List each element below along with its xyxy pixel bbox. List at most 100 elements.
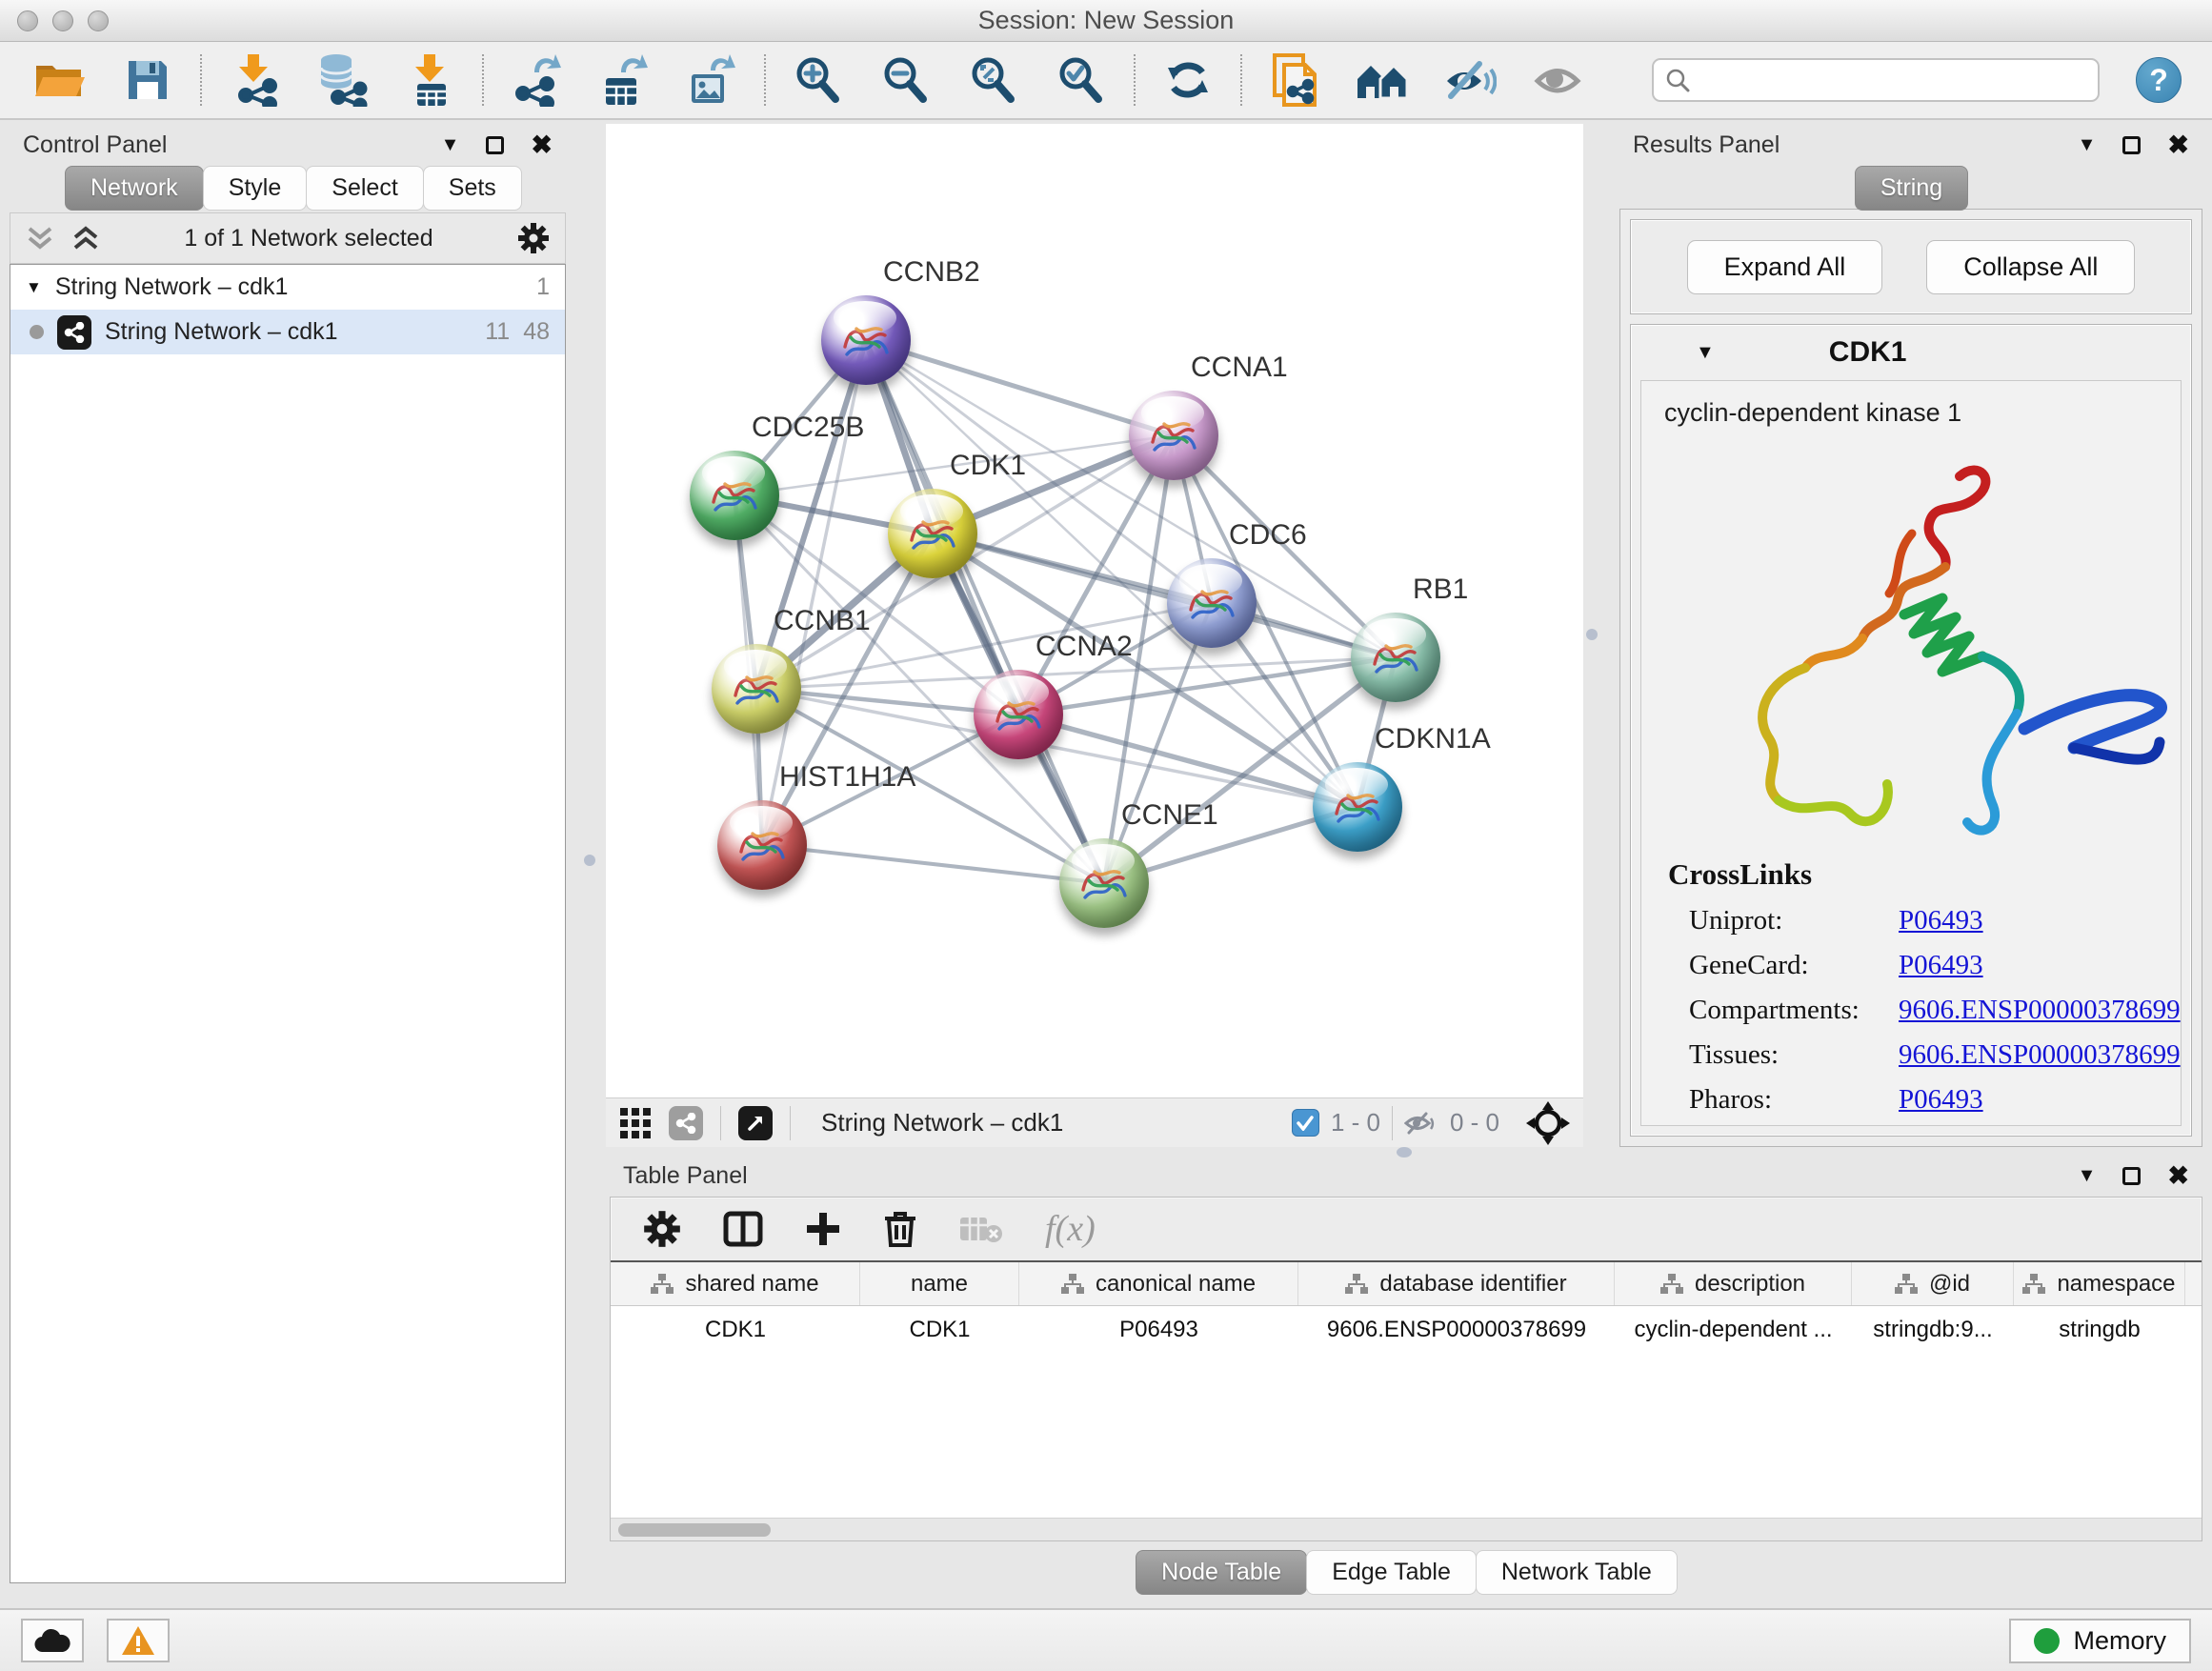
table-cell[interactable]: cyclin-dependent ...	[1615, 1306, 1852, 1354]
table-cell[interactable]: 9606.ENSP00000378699	[1298, 1306, 1615, 1354]
results-panel-float-icon[interactable]	[2122, 136, 2141, 154]
column-header--id[interactable]: @id	[1852, 1262, 2014, 1305]
search-field[interactable]	[1652, 58, 2100, 102]
zoom-out-icon[interactable]	[878, 52, 934, 108]
control-panel-float-icon[interactable]	[486, 136, 504, 154]
network-node-hist1h1a[interactable]	[717, 800, 807, 890]
zoom-window-button[interactable]	[88, 10, 109, 31]
table-row[interactable]: CDK1CDK1P064939606.ENSP00000378699cyclin…	[611, 1306, 2202, 1354]
search-input[interactable]	[1699, 67, 2086, 94]
close-window-button[interactable]	[17, 10, 38, 31]
tab-node-table[interactable]: Node Table	[1136, 1550, 1307, 1595]
left-splitter-handle[interactable]	[584, 855, 595, 866]
node-details-expander-icon[interactable]: ▼	[1696, 343, 1715, 362]
results-panel-close-icon[interactable]: ✖	[2167, 132, 2189, 158]
tab-network[interactable]: Network	[65, 166, 204, 211]
control-panel-menu-icon[interactable]: ▼	[441, 135, 460, 154]
zoom-in-icon[interactable]	[791, 52, 846, 108]
tab-select[interactable]: Select	[306, 166, 423, 211]
save-session-icon[interactable]	[120, 52, 175, 108]
first-neighbors-icon[interactable]	[1355, 52, 1410, 108]
zoom-fit-icon[interactable]	[966, 52, 1021, 108]
tab-string[interactable]: String	[1855, 166, 1968, 211]
table-cell[interactable]: CDK1	[611, 1306, 860, 1354]
table-panel-close-icon[interactable]: ✖	[2167, 1163, 2189, 1189]
column-header-canonical-name[interactable]: canonical name	[1019, 1262, 1298, 1305]
split-columns-icon[interactable]	[723, 1211, 763, 1247]
zoom-selected-icon[interactable]	[1054, 52, 1109, 108]
network-row-selected[interactable]: String Network – cdk1 11 48	[10, 310, 565, 354]
network-options-gear-icon[interactable]	[517, 222, 550, 254]
tab-sets[interactable]: Sets	[423, 166, 522, 211]
network-node-ccnb2[interactable]	[821, 295, 911, 385]
column-header-description[interactable]: description	[1615, 1262, 1852, 1305]
network-share-icon[interactable]	[669, 1106, 703, 1140]
copy-style-icon[interactable]	[1267, 52, 1322, 108]
network-node-ccne1[interactable]	[1059, 838, 1149, 928]
column-header-name[interactable]: name	[860, 1262, 1019, 1305]
add-column-plus-icon[interactable]	[805, 1211, 841, 1247]
table-cell[interactable]: stringdb:9...	[1852, 1306, 2014, 1354]
import-network-database-icon[interactable]	[314, 52, 370, 108]
node-details-header[interactable]: ▼ CDK1	[1631, 325, 2191, 380]
network-canvas[interactable]: CCNB2 CCNA1 CDC25B CDK1 CDC6	[606, 124, 1583, 1097]
right-splitter-handle[interactable]	[1586, 629, 1598, 640]
network-node-rb1[interactable]	[1351, 613, 1440, 702]
warnings-button[interactable]	[107, 1619, 170, 1662]
collapse-all-icon[interactable]	[26, 225, 54, 252]
network-collection-row[interactable]: ▼ String Network – cdk1 1	[10, 265, 565, 310]
crosslink-value-link[interactable]: P06493	[1899, 1084, 1983, 1116]
network-node-ccna2[interactable]	[974, 670, 1063, 759]
minimize-window-button[interactable]	[52, 10, 73, 31]
cloud-button[interactable]	[21, 1619, 84, 1662]
import-table-file-icon[interactable]	[402, 52, 457, 108]
column-header-shared-name[interactable]: shared name	[611, 1262, 860, 1305]
delete-column-trash-icon[interactable]	[883, 1210, 917, 1248]
network-node-cdc6[interactable]	[1167, 558, 1257, 648]
table-settings-gear-icon[interactable]	[643, 1210, 681, 1248]
crosslink-value-link[interactable]: P06493	[1899, 905, 1983, 936]
network-edge[interactable]	[762, 845, 1104, 883]
network-edge[interactable]	[866, 340, 1104, 883]
crosslink-value-link[interactable]: 9606.ENSP00000378699	[1899, 1039, 2181, 1071]
network-edge[interactable]	[866, 340, 1174, 435]
expand-all-button[interactable]: Expand All	[1687, 240, 1883, 294]
table-horizontal-scrollbar[interactable]	[611, 1518, 2202, 1540]
memory-button[interactable]: Memory	[2009, 1619, 2191, 1663]
export-image-icon[interactable]	[684, 52, 739, 108]
table-panel-menu-icon[interactable]: ▼	[2078, 1166, 2097, 1185]
table-cell[interactable]: stringdb	[2014, 1306, 2185, 1354]
tab-edge-table[interactable]: Edge Table	[1306, 1550, 1477, 1595]
export-table-icon[interactable]	[596, 52, 652, 108]
table-panel-float-icon[interactable]	[2122, 1167, 2141, 1185]
crosslink-value-link[interactable]: P06493	[1899, 950, 1983, 981]
open-session-icon[interactable]	[32, 52, 88, 108]
detach-view-icon[interactable]	[738, 1106, 773, 1140]
refresh-icon[interactable]	[1160, 52, 1216, 108]
collection-expander-icon[interactable]: ▼	[26, 279, 42, 295]
network-node-ccna1[interactable]	[1129, 391, 1218, 480]
network-node-cdk1[interactable]	[888, 489, 977, 578]
selected-checkbox-icon[interactable]	[1292, 1109, 1319, 1137]
network-node-cdc25b[interactable]	[690, 451, 779, 540]
export-network-icon[interactable]	[509, 52, 564, 108]
birdseye-crosshair-icon[interactable]	[1526, 1101, 1570, 1145]
horizontal-splitter-handle[interactable]	[1397, 1147, 1412, 1158]
table-cell[interactable]: P06493	[1019, 1306, 1298, 1354]
import-network-file-icon[interactable]	[227, 52, 282, 108]
grid-view-icon[interactable]	[619, 1107, 652, 1139]
hide-selected-eye-icon[interactable]	[1442, 52, 1498, 108]
control-panel-close-icon[interactable]: ✖	[531, 132, 553, 158]
help-button[interactable]: ?	[2136, 57, 2182, 103]
tab-style[interactable]: Style	[203, 166, 308, 211]
scrollbar-thumb[interactable]	[618, 1523, 771, 1537]
expand-all-icon[interactable]	[71, 225, 100, 252]
table-cell[interactable]: CDK1	[860, 1306, 1019, 1354]
results-panel-menu-icon[interactable]: ▼	[2078, 135, 2097, 154]
collapse-all-button[interactable]: Collapse All	[1926, 240, 2135, 294]
network-node-cdkn1a[interactable]	[1313, 762, 1402, 852]
tab-network-table[interactable]: Network Table	[1476, 1550, 1678, 1595]
column-header-namespace[interactable]: namespace	[2014, 1262, 2185, 1305]
show-all-eye-icon[interactable]	[1530, 52, 1585, 108]
crosslink-value-link[interactable]: 9606.ENSP00000378699	[1899, 995, 2181, 1026]
